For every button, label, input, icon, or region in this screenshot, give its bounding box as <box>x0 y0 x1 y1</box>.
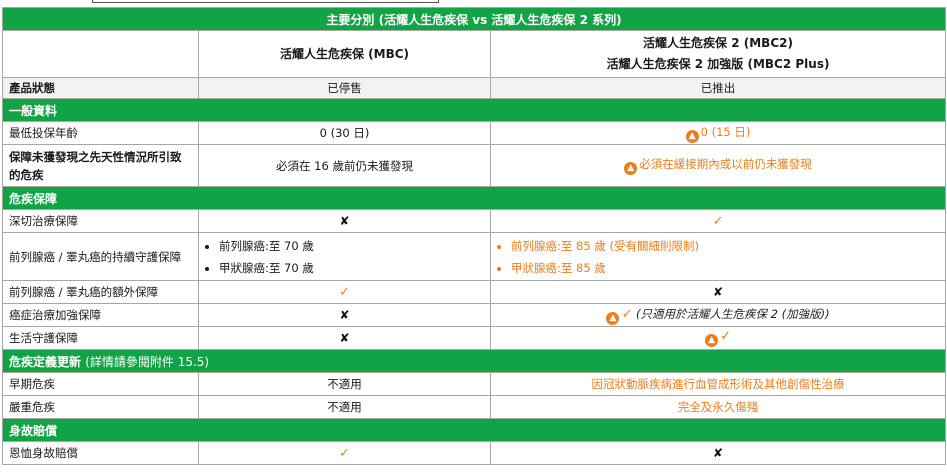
early-mbc2: 因冠狀動脈疾病進行血管成形術及其他創傷性治療 <box>489 372 947 396</box>
prostate-continuous-mbc2: 前列腺癌:至 85 歲 (受有關細則限制) 甲狀腺癌:至 85 歲 <box>489 232 947 281</box>
cross-icon: ✘ <box>198 326 491 350</box>
early-mbc: 不適用 <box>198 372 491 396</box>
section-death-row: 身故賠償 <box>1 418 947 442</box>
life-guard-mbc2: ▲ ✓ <box>489 326 947 350</box>
list-item: 甲狀腺癌:至 85 歲 <box>511 257 939 279</box>
row-label-prostate-extra: 前列腺癌 / 睪丸癌的額外保障 <box>2 280 199 304</box>
cropped-top-fragment <box>0 0 947 7</box>
prostate-continuous-mbc: 前列腺癌:至 70 歲 甲狀腺癌:至 70 歲 <box>198 232 491 281</box>
section-death: 身故賠償 <box>1 418 947 442</box>
row-label-severe: 嚴重危疾 <box>2 395 199 419</box>
table-row: 嚴重危疾 不適用 完全及永久傷殘 <box>2 395 947 419</box>
status-mbc2: 已推出 <box>489 77 947 99</box>
congenital-mbc: 必須在 16 歲前仍未獲發現 <box>198 144 491 187</box>
table-title-row: 主要分別 (活耀人生危疾保 vs 活耀人生危疾保 2 系列) <box>1 7 947 31</box>
section-definition: 危疾定義更新 (詳情請參閱附件 15.5) <box>1 349 947 373</box>
cancer-enhanced-mbc2: ▲ ✓ (只適用於活耀人生危疾保 2 (加強版)) <box>489 303 947 327</box>
empty-header-cell <box>2 30 199 78</box>
thumbs-up-icon: ▲ <box>606 311 620 325</box>
table-row: 前列腺癌 / 睪丸癌的額外保障 ✓ ✘ <box>2 280 947 304</box>
tick-icon: ✓ <box>720 329 731 344</box>
min-age-mbc2: ▲ 0 (15 日) <box>489 121 947 145</box>
cross-icon: ✘ <box>489 280 947 304</box>
tick-icon: ✓ <box>621 306 633 322</box>
section-general: 一般資料 <box>1 98 947 122</box>
row-label-cancer-enhanced: 癌症治療加強保障 <box>2 303 199 327</box>
row-label-early: 早期危疾 <box>2 372 199 396</box>
comparison-table: 主要分別 (活耀人生危疾保 vs 活耀人生危疾保 2 系列) 活耀人生危疾保 (… <box>1 7 947 465</box>
section-definition-note: (詳情請參閱附件 15.5) <box>85 354 210 369</box>
tick-icon: ✓ <box>198 441 491 465</box>
status-label: 產品狀態 <box>2 77 199 99</box>
table-row: 深切治療保障 ✘ ✓ <box>2 209 947 233</box>
cross-icon: ✘ <box>198 303 491 327</box>
cross-icon: ✘ <box>198 209 491 233</box>
congenital-mbc2-text: 必須在緩接期內或以前仍未獲發現 <box>639 157 812 171</box>
product-mbc2-plus-name: 活耀人生危疾保 2 加強版 (MBC2 Plus) <box>606 57 830 71</box>
severe-mbc: 不適用 <box>198 395 491 419</box>
table-row: 生活守護保障 ✘ ▲ ✓ <box>2 326 947 350</box>
row-label-deep-treatment: 深切治療保障 <box>2 209 199 233</box>
status-mbc: 已停售 <box>198 77 491 99</box>
table-row: 前列腺癌 / 睪丸癌的持續守護保障 前列腺癌:至 70 歲 甲狀腺癌:至 70 … <box>2 232 947 281</box>
tick-icon: ✓ <box>489 209 947 233</box>
cropped-line-fragment <box>92 0 439 3</box>
thumbs-up-icon: ▲ <box>705 334 719 347</box>
min-age-mbc: 0 (30 日) <box>198 121 491 145</box>
row-label-min-age: 最低投保年齡 <box>2 121 199 145</box>
product-mbc2-name: 活耀人生危疾保 2 (MBC2) <box>643 36 793 50</box>
product-mbc: 活耀人生危疾保 (MBC) <box>198 30 491 78</box>
tick-icon: ✓ <box>198 280 491 304</box>
row-label-life-guard: 生活守護保障 <box>2 326 199 350</box>
table-row: 恩恤身故賠償 ✓ ✘ <box>2 441 947 465</box>
section-critical-row: 危疾保障 <box>1 186 947 210</box>
section-general-row: 一般資料 <box>1 98 947 122</box>
cross-icon: ✘ <box>489 441 947 465</box>
product-mbc2: 活耀人生危疾保 2 (MBC2) 活耀人生危疾保 2 加強版 (MBC2 Plu… <box>489 30 947 78</box>
list-item: 甲狀腺癌:至 70 歲 <box>219 257 484 279</box>
congenital-mbc2: ▲ 必須在緩接期內或以前仍未獲發現 <box>489 144 947 187</box>
table-title: 主要分別 (活耀人生危疾保 vs 活耀人生危疾保 2 系列) <box>1 7 947 31</box>
min-age-mbc2-text: 0 (15 日) <box>700 124 751 139</box>
table-row: 最低投保年齡 0 (30 日) ▲ 0 (15 日) <box>2 121 947 145</box>
row-label-prostate-continuous: 前列腺癌 / 睪丸癌的持續守護保障 <box>2 232 199 281</box>
cancer-enhanced-note: (只適用於活耀人生危疾保 2 (加強版)) <box>636 306 830 321</box>
row-label-congenital: 保障未獲發現之先天性情況所引致的危疾 <box>2 144 199 187</box>
table-row: 早期危疾 不適用 因冠狀動脈疾病進行血管成形術及其他創傷性治療 <box>2 372 947 396</box>
section-definition-title: 危疾定義更新 <box>9 354 82 369</box>
table-row: 癌症治療加強保障 ✘ ▲ ✓ (只適用於活耀人生危疾保 2 (加強版)) <box>2 303 947 327</box>
section-critical: 危疾保障 <box>1 186 947 210</box>
thumbs-up-icon: ▲ <box>624 162 638 175</box>
row-label-compassion: 恩恤身故賠償 <box>2 441 199 465</box>
thumbs-up-icon: ▲ <box>685 129 699 143</box>
severe-mbc2: 完全及永久傷殘 <box>489 395 947 419</box>
list-item: 前列腺癌:至 70 歲 <box>219 235 484 257</box>
table-row: 保障未獲發現之先天性情況所引致的危疾 必須在 16 歲前仍未獲發現 ▲ 必須在緩接… <box>2 144 947 187</box>
list-item: 前列腺癌:至 85 歲 (受有關細則限制) <box>511 235 939 257</box>
section-definition-row: 危疾定義更新 (詳情請參閱附件 15.5) <box>1 349 947 373</box>
product-header-row: 活耀人生危疾保 (MBC) 活耀人生危疾保 2 (MBC2) 活耀人生危疾保 2… <box>2 30 947 78</box>
status-row: 產品狀態 已停售 已推出 <box>2 77 947 99</box>
